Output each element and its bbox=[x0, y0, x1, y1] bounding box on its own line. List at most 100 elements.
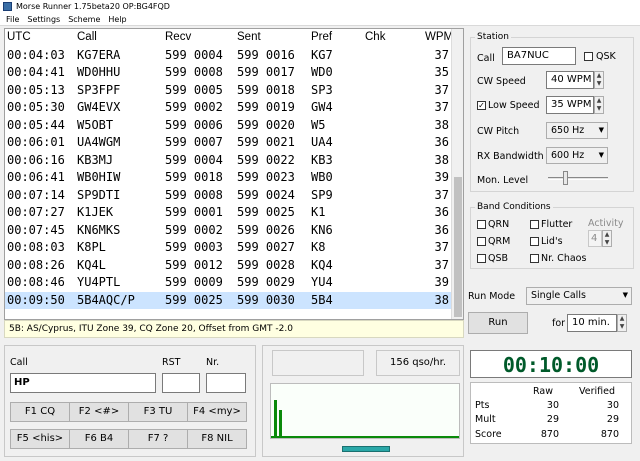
log-cell-utc: 00:06:41 bbox=[7, 170, 65, 184]
rx-bandwidth-select[interactable]: 600 Hz ▼ bbox=[546, 147, 608, 164]
log-cell-pref: K1 bbox=[311, 205, 326, 219]
score-row-mult: Mult 29 29 bbox=[471, 413, 631, 426]
run-mode-select[interactable]: Single Calls ▼ bbox=[526, 287, 632, 305]
menu-help[interactable]: Help bbox=[104, 13, 130, 26]
col-call[interactable]: Call bbox=[77, 29, 97, 47]
qsb-checkbox[interactable] bbox=[477, 254, 486, 263]
log-cell-recv: 599 0004 bbox=[165, 47, 223, 62]
col-sent[interactable]: Sent bbox=[237, 29, 261, 47]
log-cell-recv: 599 0002 bbox=[165, 222, 223, 237]
qso-log-list[interactable]: UTC Call Recv Sent Pref Chk WPM 00:04:03… bbox=[4, 28, 464, 320]
low-speed-field[interactable]: 35 WPM bbox=[546, 96, 594, 114]
score-raw-header: Raw bbox=[533, 386, 553, 397]
spin-up-icon[interactable]: ▲ bbox=[595, 72, 603, 80]
flutter-checkbox[interactable] bbox=[530, 220, 539, 229]
low-speed-spinner[interactable]: ▲ ▼ bbox=[594, 96, 604, 114]
log-cell-pref: KB3 bbox=[311, 152, 333, 167]
activity-field[interactable]: 4 bbox=[588, 230, 602, 247]
spin-up-icon[interactable]: ▲ bbox=[603, 231, 611, 239]
spin-down-icon[interactable]: ▼ bbox=[595, 80, 603, 88]
col-utc[interactable]: UTC bbox=[7, 29, 31, 47]
log-cell-wpm: 37 bbox=[434, 187, 449, 202]
low-speed-checkbox[interactable]: ✓ bbox=[477, 101, 486, 110]
title-bar: Morse Runner 1.75beta20 OP:BG4FQD bbox=[0, 0, 640, 13]
log-row[interactable]: 00:07:45 KN6MKS 599 0002 599 0026 KN6 36 bbox=[5, 222, 453, 240]
log-row[interactable]: 00:07:14 SP9DTI 599 0008 599 0024 SP9 37 bbox=[5, 187, 453, 205]
f2-exchange-button[interactable]: F2 <#> bbox=[69, 402, 129, 422]
log-row[interactable]: 00:04:41 WD0HHU 599 0008 599 0017 WD0 35 bbox=[5, 64, 453, 82]
log-row[interactable]: 00:08:26 KQ4L 599 0012 599 0028 KQ4 37 bbox=[5, 257, 453, 275]
log-scrollbar[interactable] bbox=[451, 29, 463, 319]
log-row[interactable]: 00:05:44 W5OBT 599 0006 599 0020 W5 38 bbox=[5, 117, 453, 135]
menu-scheme[interactable]: Scheme bbox=[64, 13, 104, 26]
log-row[interactable]: 00:06:41 WB0HIW 599 0018 599 0023 WB0 39 bbox=[5, 169, 453, 187]
nr-input[interactable] bbox=[206, 373, 246, 393]
call-input[interactable]: HP bbox=[10, 373, 156, 393]
log-cell-sent: 599 0017 bbox=[237, 65, 295, 79]
score-verified-header: Verified bbox=[579, 386, 616, 397]
log-row[interactable]: 00:04:03 KG7ERA 599 0004 599 0016 KG7 37 bbox=[5, 47, 453, 65]
log-row[interactable]: 00:05:13 SP3FPF 599 0005 599 0018 SP3 37 bbox=[5, 82, 453, 100]
col-wpm[interactable]: WPM bbox=[425, 29, 453, 47]
log-cell-call: SP3FPF bbox=[77, 82, 121, 97]
menu-settings[interactable]: Settings bbox=[23, 13, 64, 26]
log-cell-sent: 599 0025 bbox=[237, 205, 295, 219]
qso-rate: 156 qso/hr. bbox=[376, 350, 460, 376]
menu-file[interactable]: File bbox=[0, 13, 23, 26]
col-chk[interactable]: Chk bbox=[365, 29, 385, 47]
nr-chaos-checkbox[interactable] bbox=[530, 254, 539, 263]
log-row[interactable]: 00:09:50 5B4AQC/P 599 0025 599 0030 5B4 38 bbox=[5, 291, 453, 309]
qrn-checkbox[interactable] bbox=[477, 220, 486, 229]
log-cell-recv: 599 0009 bbox=[165, 275, 223, 289]
cw-speed-spinner[interactable]: ▲ ▼ bbox=[594, 71, 604, 89]
score-row-pts: Pts 30 30 bbox=[471, 399, 631, 412]
spin-down-icon[interactable]: ▼ bbox=[603, 239, 611, 247]
log-row[interactable]: 00:05:30 GW4EVX 599 0002 599 0019 GW4 37 bbox=[5, 99, 453, 117]
f5-his-call-button[interactable]: F5 <his> bbox=[10, 429, 70, 449]
qsk-checkbox[interactable] bbox=[584, 52, 593, 61]
log-row[interactable]: 00:08:46 YU4PTL 599 0009 599 0029 YU4 39 bbox=[5, 274, 453, 292]
f6-b4-button[interactable]: F6 B4 bbox=[69, 429, 129, 449]
chevron-down-icon: ▼ bbox=[622, 291, 628, 299]
station-call-field[interactable]: BA7NUC bbox=[502, 47, 576, 65]
duration-field[interactable]: 10 min. bbox=[567, 314, 617, 332]
score-verified: 29 bbox=[606, 414, 619, 425]
f3-tu-button[interactable]: F3 TU bbox=[128, 402, 188, 422]
log-cell-call: UA4WGM bbox=[77, 135, 121, 149]
f7-query-button[interactable]: F7 ? bbox=[128, 429, 188, 449]
cw-pitch-label: CW Pitch bbox=[477, 126, 520, 137]
log-cell-sent: 599 0023 bbox=[237, 170, 295, 184]
spin-down-icon[interactable]: ▼ bbox=[618, 323, 626, 331]
activity-spinner[interactable]: ▲ ▼ bbox=[602, 230, 612, 247]
entry-call-label: Call bbox=[10, 357, 28, 368]
log-row[interactable]: 00:07:27 K1JEK 599 0001 599 0025 K1 36 bbox=[5, 204, 453, 222]
score-verified: 870 bbox=[600, 429, 619, 440]
log-row[interactable]: 00:08:03 K8PL 599 0003 599 0027 K8 37 bbox=[5, 239, 453, 257]
mon-level-label: Mon. Level bbox=[477, 175, 529, 186]
duration-spinner[interactable]: ▲ ▼ bbox=[617, 314, 627, 332]
qrm-checkbox[interactable] bbox=[477, 237, 486, 246]
log-row[interactable]: 00:06:16 KB3MJ 599 0004 599 0022 KB3 38 bbox=[5, 152, 453, 170]
cw-pitch-select[interactable]: 650 Hz ▼ bbox=[546, 122, 608, 139]
rst-input[interactable] bbox=[162, 373, 200, 393]
log-cell-utc: 00:07:27 bbox=[7, 205, 65, 219]
lids-checkbox[interactable] bbox=[530, 237, 539, 246]
mon-level-slider-thumb[interactable] bbox=[563, 171, 568, 185]
f4-my-call-button[interactable]: F4 <my> bbox=[187, 402, 247, 422]
log-cell-utc: 00:04:41 bbox=[7, 65, 65, 79]
run-button[interactable]: Run bbox=[468, 312, 528, 334]
spin-down-icon[interactable]: ▼ bbox=[595, 105, 603, 113]
f8-nil-button[interactable]: F8 NIL bbox=[187, 429, 247, 449]
spin-up-icon[interactable]: ▲ bbox=[618, 315, 626, 323]
mon-level-slider[interactable] bbox=[548, 177, 608, 180]
activity-label: Activity bbox=[588, 218, 624, 229]
col-pref[interactable]: Pref bbox=[311, 29, 332, 47]
scrollbar-thumb[interactable] bbox=[454, 177, 462, 317]
f1-cq-button[interactable]: F1 CQ bbox=[10, 402, 70, 422]
flutter-label: Flutter bbox=[541, 219, 573, 230]
cw-speed-field[interactable]: 40 WPM bbox=[546, 71, 594, 89]
spin-up-icon[interactable]: ▲ bbox=[595, 97, 603, 105]
col-recv[interactable]: Recv bbox=[165, 29, 191, 47]
log-row[interactable]: 00:06:01 UA4WGM 599 0007 599 0021 UA4 36 bbox=[5, 134, 453, 152]
log-cell-call: W5OBT bbox=[77, 117, 114, 132]
